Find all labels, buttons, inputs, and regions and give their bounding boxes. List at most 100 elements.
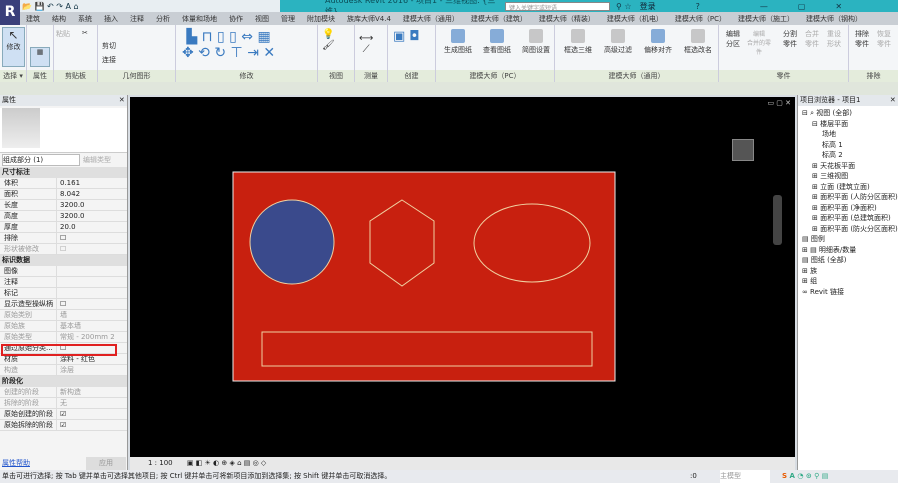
ribbon-tab[interactable]: 分析 [150, 14, 176, 24]
measure-icon[interactable]: ⟷ ⟋ [359, 33, 373, 55]
ribbon-tab[interactable]: 建模大师（通用） [397, 14, 465, 24]
property-value[interactable]: 基本墙 [57, 321, 81, 331]
browser-item[interactable]: 场地 [798, 129, 898, 140]
ribbon-tab[interactable]: 建模大师（机电） [601, 14, 669, 24]
apply-button[interactable]: 应用 [86, 457, 126, 470]
edit-type-button[interactable]: 编辑类型 [83, 155, 111, 165]
view-icons[interactable]: 💡 🖌 [322, 29, 335, 51]
ribbon-tab[interactable]: 管理 [275, 14, 301, 24]
browser-item[interactable]: 标高 2 [798, 150, 898, 161]
ribbon-tab[interactable]: 建模大师（精装） [533, 14, 601, 24]
browser-item[interactable]: ⊞ 组 [798, 276, 898, 287]
property-row[interactable]: 图像 [0, 266, 127, 277]
property-row[interactable]: 创建的阶段 新构造 [0, 387, 127, 398]
exclude-parts-button[interactable]: 排除 零件 [851, 29, 873, 49]
type-selector[interactable]: 组成部分 (1) [2, 154, 80, 166]
property-value[interactable] [57, 288, 60, 298]
advanced-filter-button[interactable]: 高级过滤 [599, 29, 637, 55]
view-drawings-button[interactable]: 查看图纸 [479, 29, 515, 55]
ribbon-tab[interactable]: 建模大师（施工） [732, 14, 800, 24]
property-section-header[interactable]: 阶段化 [0, 376, 127, 387]
sketch-settings-button[interactable]: 简图设置 [518, 29, 554, 55]
property-value[interactable]: ☐ [57, 233, 66, 243]
property-value[interactable]: ☐ [57, 244, 66, 254]
browser-item[interactable]: ⊟ ⌕ 视图 (全部) [798, 108, 898, 119]
circle-opening[interactable] [249, 199, 335, 285]
property-row[interactable]: 原始拆除的阶段 ☑ [0, 420, 127, 431]
help-icon[interactable]: ? [696, 2, 700, 11]
search-input[interactable]: 键入关键字或短语 [505, 1, 610, 12]
model-selector[interactable]: 主模型 [720, 470, 770, 483]
view-control-icons[interactable]: ▣ ◧ ☀ ◐ ⊕ ◈ ⌂ ▤ ◎ ◇ [187, 459, 266, 467]
ribbon-tab[interactable]: 注释 [124, 14, 150, 24]
property-row[interactable]: 原始族 基本墙 [0, 321, 127, 332]
property-row[interactable]: 厚度 20.0 [0, 222, 127, 233]
edit-merged-button[interactable]: 编辑 合并的零件 [745, 29, 773, 56]
browser-item[interactable]: ⊞ 面积平面 (防火分区面积) [798, 224, 898, 235]
property-row[interactable]: 拆除的阶段无 [0, 398, 127, 409]
close-icon[interactable]: ✕ [890, 95, 898, 106]
login-button[interactable]: 登录 [640, 1, 656, 12]
property-row[interactable]: 原始类别墙 [0, 310, 127, 321]
divide-parts-button[interactable]: 分割 零件 [779, 29, 801, 49]
ribbon-tab[interactable]: 建模大师（钢构） [800, 14, 868, 24]
close-icon[interactable]: ✕ [119, 95, 127, 106]
browser-item[interactable]: ∞ Revit 链接 [798, 287, 898, 298]
3d-view-canvas[interactable]: ▭ ▢ ✕ [130, 97, 795, 457]
ribbon-tab[interactable]: 结构 [46, 14, 72, 24]
box-rename-button[interactable]: 框选改名 [679, 29, 717, 55]
property-row[interactable]: 标记 [0, 288, 127, 299]
browser-item[interactable]: ⊞ 立面 (建筑立面) [798, 182, 898, 193]
paste-button[interactable]: 粘贴 [56, 29, 70, 39]
cut-icon[interactable]: ✂ [82, 29, 88, 37]
property-value[interactable]: ☑ [57, 409, 66, 419]
property-row[interactable]: 构造 涂层 [0, 365, 127, 376]
ribbon-tab[interactable]: 族库大师V4.4 [341, 14, 397, 24]
ribbon-tab[interactable]: 协作 [223, 14, 249, 24]
reset-shape-button[interactable]: 重设 形状 [823, 29, 845, 49]
close-button[interactable]: ✕ [835, 2, 842, 11]
type-preview[interactable] [0, 108, 127, 153]
property-value[interactable]: 20.0 [57, 222, 76, 232]
properties-button[interactable]: ▦ [30, 47, 50, 67]
property-section-header[interactable]: 尺寸标注 [0, 167, 127, 178]
select-dropdown[interactable]: 选择 ▾ [0, 70, 26, 82]
property-row[interactable]: 长度 3200.0 [0, 200, 127, 211]
ribbon-tab[interactable]: 附加模块 [301, 14, 341, 24]
property-value[interactable]: 0.161 [57, 178, 80, 188]
property-row[interactable]: 面积 8.042 [0, 189, 127, 200]
property-row[interactable]: 注释 [0, 277, 127, 288]
cut-geometry-button[interactable]: 剪切 [102, 41, 116, 51]
quick-access-toolbar[interactable]: 📂 💾 ↶ ↷ A ⌂ [0, 0, 280, 12]
property-row[interactable]: 体积 0.161 [0, 178, 127, 189]
ime-toolbar[interactable]: S A ◔ ⊙ ⚲ ▤ [782, 470, 828, 483]
property-value[interactable]: ☐ [57, 299, 66, 309]
browser-item[interactable]: ▤ 图例 [798, 234, 898, 245]
property-value[interactable]: 常规 - 200mm 2 [57, 332, 115, 342]
property-row[interactable]: 原始类型 常规 - 200mm 2 [0, 332, 127, 343]
property-row[interactable]: 显示造型操纵柄 ☐ [0, 299, 127, 310]
minimize-button[interactable]: — [760, 2, 768, 11]
property-value[interactable]: 无 [57, 398, 67, 408]
ribbon-tab[interactable]: 建筑 [20, 14, 46, 24]
modify-tools-icons[interactable]: ▙ ⊓ ▯ ▯ ⇔ ▦ ✥ ⟲ ↻ ⊤ ⇥ ✕ [182, 29, 275, 61]
join-button[interactable]: 连接 [102, 55, 116, 65]
property-row[interactable]: 高度 3200.0 [0, 211, 127, 222]
property-section-header[interactable]: 标识数据 [0, 255, 127, 266]
property-row[interactable]: 形状被修改 ☐ [0, 244, 127, 255]
property-value[interactable]: 墙 [57, 310, 67, 320]
property-value[interactable]: 涂层 [57, 365, 74, 375]
binoculars-icon[interactable]: ⚲ ☆ [616, 2, 632, 11]
restore-parts-button[interactable]: 恢复 零件 [873, 29, 895, 49]
edit-division-button[interactable]: 编辑 分区 [721, 29, 745, 49]
browser-item[interactable]: ⊞ 族 [798, 266, 898, 277]
ribbon-tab[interactable]: 系统 [72, 14, 98, 24]
ribbon-tab[interactable]: 视图 [249, 14, 275, 24]
browser-item[interactable]: ⊞ 面积平面 (总建筑面积) [798, 213, 898, 224]
browser-item[interactable]: ⊞ 面积平面 (人防分区面积) [798, 192, 898, 203]
browser-item[interactable]: 标高 1 [798, 140, 898, 151]
browser-item[interactable]: ⊞ 面积平面 (净面积) [798, 203, 898, 214]
property-value[interactable] [57, 266, 60, 276]
browser-item[interactable]: ⊟ 楼层平面 [798, 119, 898, 130]
offset-align-button[interactable]: 偏移对齐 [639, 29, 677, 55]
